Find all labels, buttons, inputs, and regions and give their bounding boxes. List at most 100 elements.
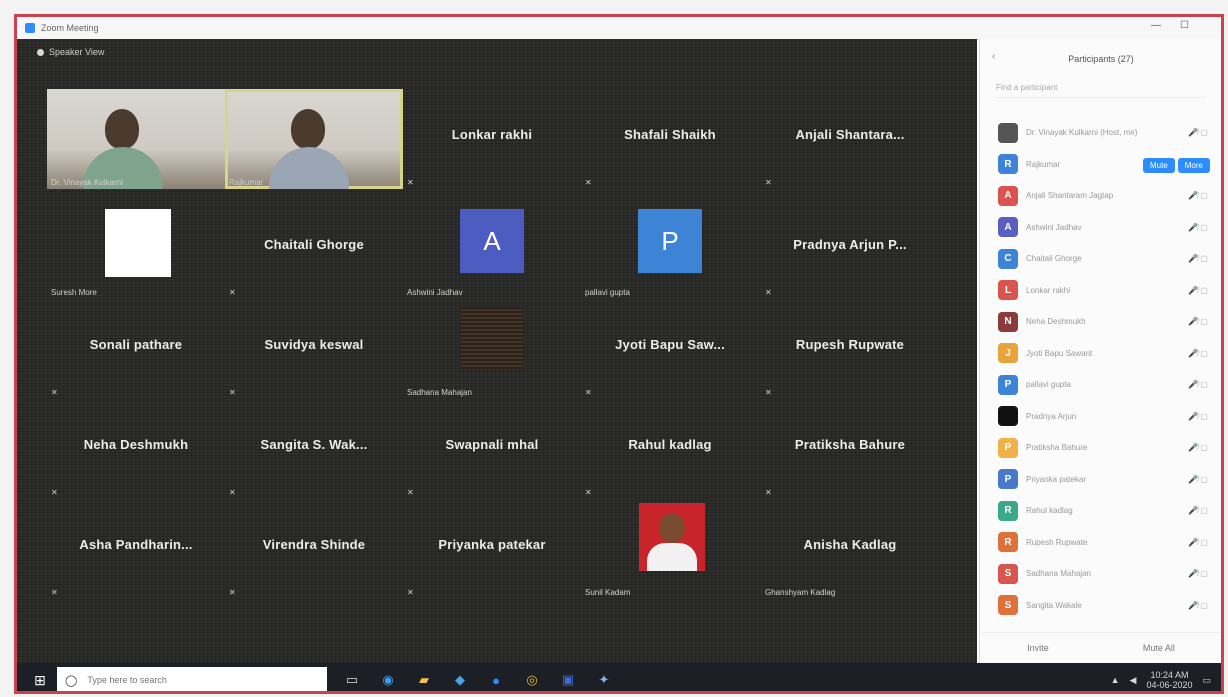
windows-start-icon[interactable]: ⊞ [27, 667, 53, 691]
taskbar-search-input[interactable] [85, 674, 290, 686]
taskbar-search[interactable]: ◯ [57, 667, 327, 691]
participant-row[interactable]: Dr. Vinayak Kulkarni (Host, me) 🎤̸ ▢ [980, 117, 1221, 149]
edge-icon[interactable]: ◉ [377, 669, 399, 691]
mic-camera-icon[interactable]: 🎤̸ ▢ [1188, 128, 1208, 137]
participant-row-name: Ashwini Jadhav [1026, 222, 1082, 232]
participant-row[interactable]: S Sangita Wakale 🎤̸ ▢ [980, 590, 1221, 622]
mic-camera-icon[interactable]: 🎤̸ ▢ [1188, 506, 1208, 515]
mute-all-button[interactable]: Mute All [1143, 643, 1175, 653]
mic-muted-icon: ✕ [51, 388, 58, 397]
participant-tile[interactable]: Sangita S. Wak... ✕ [225, 399, 403, 499]
participant-tile[interactable]: Virendra Shinde ✕ [225, 499, 403, 599]
mic-camera-icon[interactable]: 🎤̸ ▢ [1188, 254, 1208, 263]
participant-tile[interactable]: Shafali Shaikh ✕ [581, 89, 759, 189]
participant-row[interactable]: P Priyanka patekar 🎤̸ ▢ [980, 464, 1221, 496]
participant-tile[interactable]: Priyanka patekar ✕ [403, 499, 581, 599]
participant-row-name: Jyoti Bapu Sawant [1026, 348, 1093, 358]
view-switcher[interactable]: Speaker View [37, 47, 104, 57]
participant-video [47, 89, 225, 189]
mic-camera-icon[interactable]: 🎤̸ ▢ [1188, 569, 1208, 578]
participant-tile[interactable]: Chaitali Ghorge ✕ [225, 199, 403, 299]
participant-row-name: Sadhana Mahajan [1026, 569, 1091, 579]
participant-row[interactable]: A Ashwini Jadhav 🎤̸ ▢ [980, 212, 1221, 244]
participant-row-name: Pratiksha Bahure [1026, 443, 1088, 453]
mute-button[interactable]: Mute [1142, 158, 1175, 174]
participant-tile[interactable]: Swapnali mhal ✕ [403, 399, 581, 499]
participant-name: Chaitali Ghorge [264, 237, 364, 252]
participant-tile[interactable]: Asha Pandharin... ✕ [47, 499, 225, 599]
maximize-button[interactable]: ☐ [1180, 20, 1189, 31]
participant-search-input[interactable]: Find a participant [996, 83, 1206, 98]
mic-camera-icon[interactable]: 🎤̸ ▢ [1188, 191, 1208, 200]
participant-tile[interactable]: Sadhana Mahajan [403, 299, 581, 399]
invite-button[interactable]: Invite [1027, 643, 1049, 653]
participant-tile[interactable]: Lonkar rakhi ✕ [403, 89, 581, 189]
participant-row-name: Sangita Wakale [1026, 600, 1082, 610]
participant-avatar: P [998, 437, 1018, 458]
participant-row[interactable]: A Anjali Shantaram Jagtap 🎤̸ ▢ [980, 180, 1221, 212]
mic-muted-icon: ✕ [765, 178, 772, 187]
participant-name: Lonkar rakhi [451, 127, 533, 142]
mic-camera-icon[interactable]: 🎤̸ ▢ [1188, 538, 1208, 547]
participant-row[interactable]: J Jyoti Bapu Sawant 🎤̸ ▢ [980, 338, 1221, 370]
mic-camera-icon[interactable]: 🎤̸ ▢ [1188, 286, 1208, 295]
network-icon[interactable]: ▲ [1111, 675, 1120, 685]
row-actions: Mute More [1140, 155, 1210, 174]
zoom-icon[interactable]: ● [485, 669, 507, 691]
participant-tile[interactable]: Dr. Vinayak Kulkarni [47, 89, 225, 189]
participant-tile[interactable]: Anjali Shantara... ✕ [761, 89, 939, 189]
participant-row[interactable]: C Chaitali Ghorge 🎤̸ ▢ [980, 243, 1221, 275]
participant-row[interactable]: Ppallavi gupta 🎤̸ ▢ [980, 369, 1221, 401]
mic-camera-icon[interactable]: 🎤̸ ▢ [1188, 601, 1208, 610]
mic-camera-icon[interactable]: 🎤̸ ▢ [1188, 317, 1208, 326]
participant-tile[interactable]: Suresh More [47, 199, 225, 299]
participant-tile[interactable]: Pradnya Arjun P... ✕ [761, 199, 939, 299]
chrome-icon[interactable]: ◎ [521, 669, 543, 691]
participant-tile[interactable]: Sunil Kadam [581, 499, 759, 599]
participant-row[interactable]: R Rupesh Rupwate 🎤̸ ▢ [980, 527, 1221, 559]
participant-tile[interactable]: Neha Deshmukh ✕ [47, 399, 225, 499]
participant-name: Sangita S. Wak... [260, 437, 368, 452]
more-button[interactable]: More [1177, 158, 1210, 174]
photos-icon[interactable]: ✦ [593, 669, 615, 691]
participant-avatar: C [998, 248, 1018, 269]
store-icon[interactable]: ◆ [449, 669, 471, 691]
participant-tile[interactable]: Rahul kadlag ✕ [581, 399, 759, 499]
participant-tile[interactable]: Sonali pathare ✕ [47, 299, 225, 399]
collapse-chevron-icon[interactable]: ‹ [992, 51, 995, 62]
word-icon[interactable]: ▣ [557, 669, 579, 691]
participant-tile[interactable]: Rupesh Rupwate ✕ [761, 299, 939, 399]
mic-camera-icon[interactable]: 🎤̸ ▢ [1188, 475, 1208, 484]
participant-tile[interactable]: Ppallavi gupta [581, 199, 759, 299]
volume-icon[interactable]: ◀ [1130, 675, 1137, 686]
minimize-button[interactable]: — [1151, 20, 1161, 31]
participant-caption: Dr. Vinayak Kulkarni [51, 178, 123, 187]
participant-row[interactable]: R Rahul kadlag 🎤̸ ▢ [980, 495, 1221, 527]
participant-avatar: A [998, 185, 1018, 206]
view-label: Speaker View [49, 47, 105, 57]
participant-tile[interactable]: Rajkumar [225, 89, 403, 189]
participant-row[interactable]: R Rajkumar Mute More [980, 149, 1221, 181]
participant-row[interactable]: L Lonkar rakhi 🎤̸ ▢ [980, 275, 1221, 307]
participant-row[interactable]: N Neha Deshmukh 🎤̸ ▢ [980, 306, 1221, 338]
participant-row[interactable]: Pradnya Arjun 🎤̸ ▢ [980, 401, 1221, 433]
participant-name: Pradnya Arjun P... [793, 237, 907, 252]
participant-row[interactable]: P Pratiksha Bahure 🎤̸ ▢ [980, 432, 1221, 464]
mic-camera-icon[interactable]: 🎤̸ ▢ [1188, 223, 1208, 232]
participant-tile[interactable]: A Ashwini Jadhav [403, 199, 581, 299]
file-explorer-icon[interactable]: ▰ [413, 669, 435, 691]
clock[interactable]: 10:24 AM 04-06-2020 [1146, 670, 1192, 690]
participant-tile[interactable]: Anisha Kadlag Ghanshyam Kadlag [761, 499, 939, 599]
participant-tile[interactable]: Pratiksha Bahure ✕ [761, 399, 939, 499]
notification-icon[interactable]: ▭ [1202, 675, 1211, 686]
mic-camera-icon[interactable]: 🎤̸ ▢ [1188, 412, 1208, 421]
participant-row[interactable]: S Sadhana Mahajan 🎤̸ ▢ [980, 558, 1221, 590]
participant-row-name: Lonkar rakhi [1026, 285, 1071, 295]
participant-avatar [998, 122, 1018, 143]
task-view-icon[interactable]: ▭ [341, 669, 363, 691]
participant-tile[interactable]: Suvidya keswal ✕ [225, 299, 403, 399]
mic-camera-icon[interactable]: 🎤̸ ▢ [1188, 443, 1208, 452]
participant-tile[interactable]: Jyoti Bapu Saw... ✕ [581, 299, 759, 399]
mic-camera-icon[interactable]: 🎤̸ ▢ [1188, 380, 1208, 389]
mic-camera-icon[interactable]: 🎤̸ ▢ [1188, 349, 1208, 358]
